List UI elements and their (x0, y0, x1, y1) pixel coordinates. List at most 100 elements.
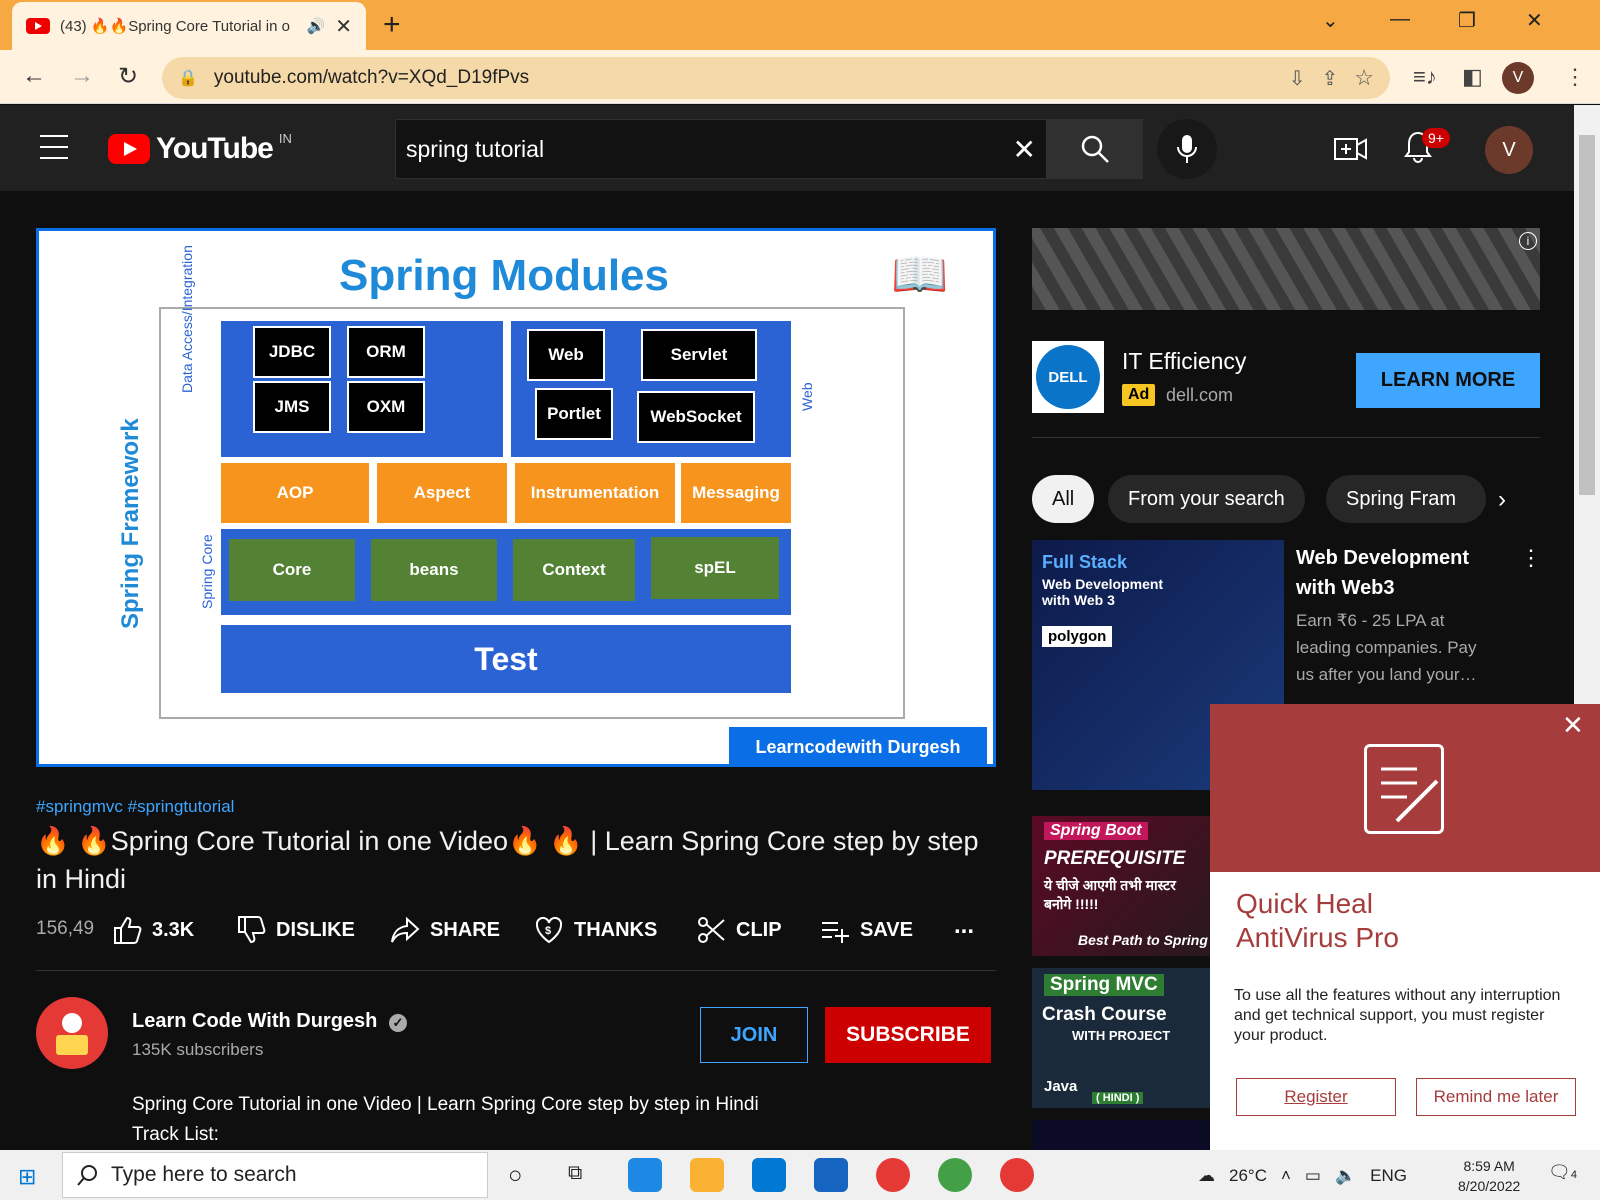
chip-all[interactable]: All (1032, 475, 1095, 523)
ad-banner[interactable] (1032, 228, 1540, 310)
video-options-icon[interactable]: ⋮ (1520, 545, 1542, 571)
forward-icon[interactable]: → (70, 62, 94, 90)
task-view-icon[interactable]: ⧉ (568, 1162, 582, 1185)
advertiser-logo[interactable]: DELL (1032, 341, 1104, 413)
install-icon[interactable]: ⇩ (1289, 66, 1306, 91)
search-button[interactable] (1047, 119, 1143, 179)
url-text: youtube.com/watch?v=XQd_D19fPvs (213, 67, 530, 88)
taskbar-clock[interactable]: 8:59 AM 8/20/2022 (1458, 1156, 1520, 1196)
recommended-video-title[interactable]: Web Development with Web3 (1296, 543, 1496, 603)
video-player[interactable]: Spring Modules 📖 Spring Framework Data A… (36, 228, 996, 767)
popup-close-icon[interactable]: ✕ (1562, 710, 1584, 741)
channel-avatar[interactable] (36, 997, 108, 1069)
spring-framework-label: Spring Framework (117, 418, 144, 629)
restore-icon[interactable]: ❐ (1458, 8, 1476, 33)
module-websocket: WebSocket (637, 391, 755, 443)
volume-icon[interactable]: 🔈 (1335, 1166, 1356, 1186)
thumb-text: Java (1044, 1078, 1078, 1095)
taskbar-search-input[interactable]: Type here to search (62, 1152, 488, 1198)
module-aop: AOP (221, 463, 369, 523)
channel-name[interactable]: Learn Code With Durgesh ✓ (132, 1010, 407, 1033)
notification-center-icon[interactable]: 🗨4 (1548, 1162, 1577, 1183)
minimize-icon[interactable]: — (1390, 8, 1410, 31)
thumb-text: Best Path to Spring (1078, 932, 1208, 948)
dislike-button[interactable]: DISLIKE (236, 915, 355, 945)
search-input[interactable]: spring tutorial ✕ (395, 119, 1047, 179)
join-button[interactable]: JOIN (700, 1007, 808, 1063)
tab-search-icon[interactable]: ⌄ (1322, 8, 1339, 33)
svg-text:$: $ (545, 925, 551, 937)
reload-icon[interactable]: ↻ (118, 62, 138, 91)
learn-more-button[interactable]: LEARN MORE (1356, 353, 1540, 408)
clip-button[interactable]: CLIP (696, 915, 782, 945)
bookmark-star-icon[interactable]: ☆ (1354, 65, 1374, 91)
ad-title[interactable]: IT Efficiency (1122, 348, 1246, 375)
media-control-icon[interactable]: ≡♪ (1413, 64, 1437, 90)
speaker-icon[interactable]: 🔊 (307, 17, 326, 35)
chip-from-your-search[interactable]: From your search (1108, 475, 1305, 523)
mail-icon[interactable] (752, 1158, 786, 1192)
cortana-icon[interactable]: ○ (508, 1162, 523, 1190)
chrome-profile-icon[interactable] (938, 1158, 972, 1192)
address-bar[interactable]: 🔒 youtube.com/watch?v=XQd_D19fPvs ⇩ ⇪ ☆ (162, 57, 1390, 99)
weather-icon[interactable]: ☁ (1198, 1166, 1215, 1186)
subscribe-button[interactable]: SUBSCRIBE (825, 1007, 991, 1063)
file-explorer-icon[interactable] (690, 1158, 724, 1192)
scissors-icon (698, 917, 725, 943)
browser-menu-icon[interactable]: ⋮ (1564, 64, 1586, 90)
clear-search-icon[interactable]: ✕ (1013, 133, 1036, 166)
youtube-logo[interactable]: YouTube IN (108, 130, 292, 166)
save-button[interactable]: SAVE (820, 915, 913, 945)
search-icon (1081, 135, 1109, 163)
store-icon[interactable] (814, 1158, 848, 1192)
show-hidden-icons[interactable]: ˄ (1281, 1166, 1291, 1186)
chip-spring-framework[interactable]: Spring Fram (1326, 475, 1486, 523)
youtube-account-avatar[interactable]: V (1485, 126, 1533, 174)
clock-date: 8/20/2022 (1458, 1178, 1521, 1194)
remind-later-button[interactable]: Remind me later (1416, 1078, 1576, 1116)
notification-count-badge: 9+ (1422, 128, 1450, 148)
thumb-text: PREREQUISITE (1044, 848, 1186, 869)
temperature[interactable]: 26°C (1229, 1166, 1267, 1186)
tab-close-icon[interactable]: ✕ (335, 14, 352, 39)
side-panel-icon[interactable]: ◧ (1462, 64, 1483, 90)
module-spel: spEL (651, 537, 779, 599)
back-icon[interactable]: ← (22, 62, 46, 90)
edge-icon[interactable] (628, 1158, 662, 1192)
document-icon (1364, 744, 1444, 834)
ad-domain: dell.com (1166, 385, 1234, 405)
ad-info-icon[interactable]: i (1519, 232, 1537, 250)
chevron-right-icon[interactable]: › (1498, 486, 1506, 514)
recommended-video-description: Earn ₹6 - 25 LPA at leading companies. P… (1296, 611, 1477, 684)
windows-start-icon[interactable]: ⊞ (18, 1164, 36, 1190)
browser-profile-avatar[interactable]: V (1502, 62, 1534, 94)
thumb-text: ( HINDI ) (1092, 1092, 1144, 1104)
video-hashtags[interactable]: #springmvc #springtutorial (36, 797, 234, 817)
region-code: IN (278, 130, 292, 146)
lock-icon[interactable]: 🔒 (178, 68, 198, 88)
module-aspect: Aspect (377, 463, 507, 523)
more-actions-icon[interactable]: ... (954, 912, 974, 940)
voice-search-button[interactable] (1157, 119, 1217, 179)
like-button[interactable]: 3.3K (112, 915, 194, 945)
module-test: Test (221, 625, 791, 693)
thumb-text: Full Stack (1042, 552, 1128, 572)
thumb-text: Spring MVC (1044, 974, 1164, 996)
scrollbar-thumb[interactable] (1579, 135, 1595, 495)
register-button[interactable]: Register (1236, 1078, 1396, 1116)
share-button[interactable]: SHARE (390, 915, 500, 945)
language-indicator[interactable]: ENG (1370, 1166, 1407, 1186)
chrome-icon[interactable] (876, 1158, 910, 1192)
create-video-icon[interactable] (1334, 135, 1368, 168)
new-tab-button[interactable]: + (383, 8, 401, 42)
chrome-active-icon[interactable] (1000, 1158, 1034, 1192)
close-window-icon[interactable]: ✕ (1526, 8, 1543, 33)
hamburger-menu-icon[interactable] (40, 135, 68, 159)
module-messaging: Messaging (681, 463, 791, 523)
taskbar-search-placeholder: Type here to search (111, 1163, 297, 1186)
browser-tab[interactable]: (43) 🔥🔥Spring Core Tutorial in o 🔊 ✕ (12, 2, 366, 50)
network-icon[interactable]: ▭ (1305, 1166, 1321, 1186)
share-icon[interactable]: ⇪ (1322, 66, 1339, 91)
thanks-button[interactable]: $ THANKS (534, 915, 657, 945)
divider (36, 970, 996, 971)
